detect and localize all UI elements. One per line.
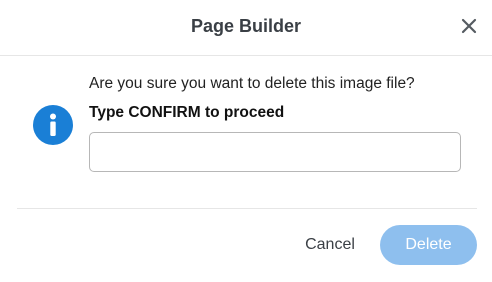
confirm-instruction: Type CONFIRM to proceed [89,104,285,121]
confirm-question: Are you sure you want to delete this ima… [89,75,415,92]
delete-button[interactable]: Delete [380,225,477,265]
footer-divider [17,208,477,209]
dialog-title: Page Builder [190,16,302,36]
dialog-header: Page Builder [0,0,492,56]
confirm-input[interactable] [89,132,461,172]
cancel-button[interactable]: Cancel [296,230,364,260]
close-icon [461,18,477,34]
info-icon [33,105,73,145]
delete-confirm-dialog: Page Builder Are you sure you want to de… [0,0,492,282]
close-button[interactable] [459,16,479,36]
